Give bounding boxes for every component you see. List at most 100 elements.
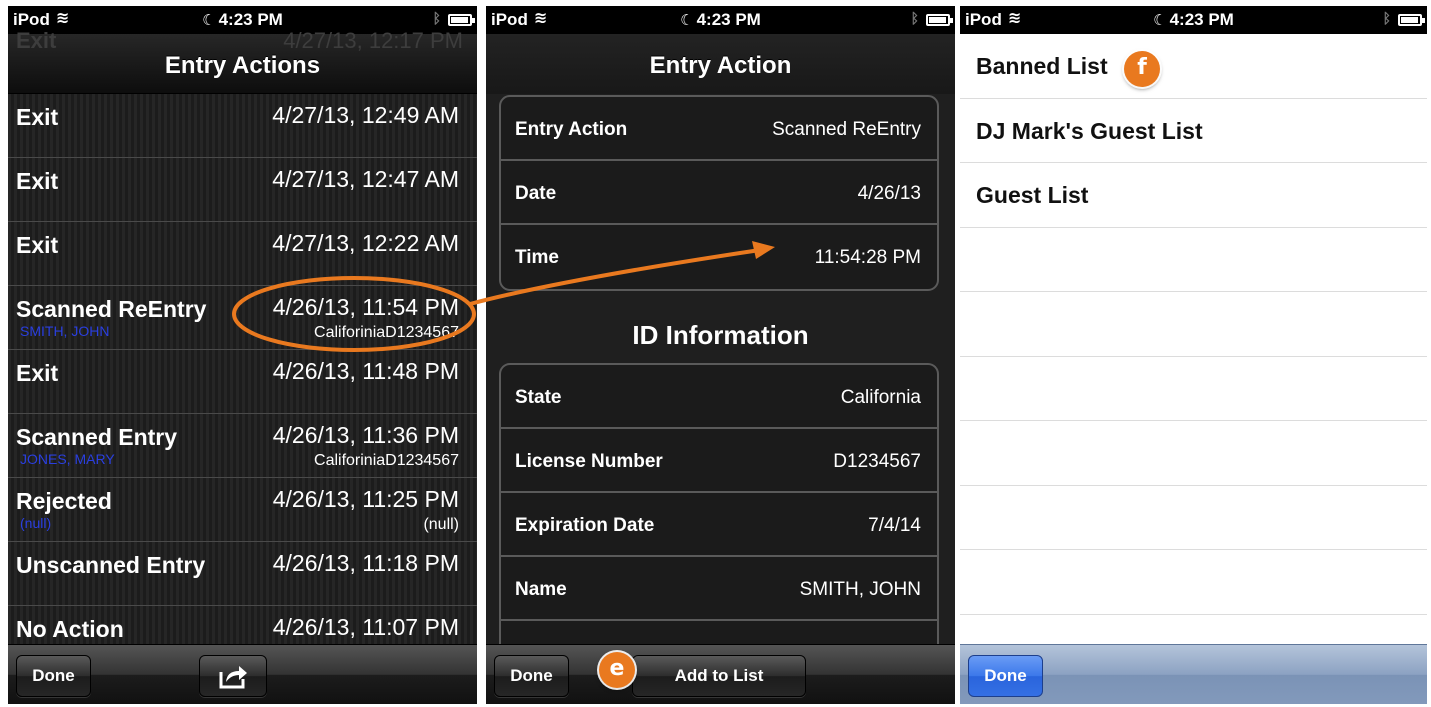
detail-value: SMITH, JOHN: [799, 579, 921, 600]
list-item[interactable]: Rejected 4/26/13, 11:25 PM (null) (null): [8, 478, 477, 542]
bluetooth-icon: ᛒ: [1382, 10, 1391, 26]
page-title: Entry Action: [649, 52, 792, 79]
detail-label: Entry Action: [515, 119, 628, 140]
entry-action-date: 4/26/13, 11:48 PM: [272, 358, 459, 384]
list-item[interactable]: Banned List: [960, 34, 1427, 99]
share-icon: [219, 666, 247, 689]
entry-action-date: 4/27/13, 12:47 AM: [272, 166, 459, 192]
moon-icon: ☾: [1153, 12, 1167, 29]
list-item[interactable]: Scanned ReEntry 4/26/13, 11:54 PM SMITH, J…: [8, 286, 477, 350]
list-name: Guest List: [976, 182, 1089, 208]
detail-row: Expiration Date 7/4/14: [501, 493, 937, 557]
detail-label: State: [515, 387, 562, 408]
navigation-bar: Entry Action: [486, 34, 955, 94]
id-detail: CaliforiniaD1234567: [314, 324, 459, 341]
share-button[interactable]: [199, 655, 267, 697]
moon-icon: ☾: [680, 12, 694, 29]
list-item[interactable]: No Action 4/26/13, 11:07 PM: [8, 606, 477, 644]
detail-row: License Number D1234567: [501, 429, 937, 493]
list-item[interactable]: Exit 4/26/13, 11:48 PM: [8, 350, 477, 414]
list-item[interactable]: Exit 4/27/13, 12:49 AM: [8, 94, 477, 158]
scrolled-row-ghost: Exit 4/27/13, 12:17 PM: [16, 28, 463, 53]
page-title: Entry Actions: [164, 52, 321, 79]
battery-icon: [448, 14, 475, 26]
clock-label: 4:23 PM: [696, 10, 761, 29]
detail-value: D1234567: [833, 451, 921, 472]
entry-action-detail-screen: iPod ≋ ☾ 4:23 PM ᛒ Entry Action Entry Act…: [486, 6, 955, 704]
add-to-list-button[interactable]: Add to List: [632, 655, 806, 697]
detail-label: Expiration Date: [515, 515, 655, 536]
empty-row: [960, 421, 1427, 486]
entry-action-title: Unscanned Entry: [16, 552, 206, 578]
detail-row: Entry Action Scanned ReEntry: [501, 97, 937, 161]
list-item[interactable]: Exit 4/27/13, 12:47 AM: [8, 158, 477, 222]
entry-action-date: 4/26/13, 11:25 PM: [272, 486, 459, 512]
entry-action-title: Exit: [16, 360, 59, 386]
bluetooth-icon: ᛒ: [910, 10, 919, 26]
list-name: Banned List: [976, 53, 1108, 79]
bottom-toolbar: Done: [960, 644, 1427, 704]
entry-action-title: Exit: [16, 168, 59, 194]
detail-row: Time 11:54:28 PM: [501, 225, 937, 289]
guest-lists[interactable]: Banned List DJ Mark's Guest List Guest Lis…: [960, 34, 1427, 644]
entry-action-title: Exit: [16, 104, 59, 130]
id-information-group: State California License Number D1234567 Exp…: [499, 363, 939, 648]
entry-actions-screen: iPod ≋ ☾ 4:23 PM ᛒ Exit 4/27/13, 12:17 PM…: [8, 6, 477, 704]
detail-label: License Number: [515, 451, 663, 472]
detail-row: Date 4/26/13: [501, 161, 937, 225]
guest-name: (null): [20, 515, 52, 531]
empty-row: [960, 486, 1427, 550]
entry-action-date: 4/26/13, 11:54 PM: [272, 294, 459, 320]
list-item[interactable]: Scanned Entry 4/26/13, 11:36 PM JONES, MAR…: [8, 414, 477, 478]
guest-name: JONES, MARY: [20, 451, 115, 467]
done-button[interactable]: Done: [494, 655, 569, 697]
entry-action-title: Rejected: [16, 488, 112, 514]
detail-label: Time: [515, 247, 560, 268]
battery-icon: [926, 14, 953, 26]
detail-label: Name: [515, 579, 567, 600]
status-bar: iPod ≋ ☾ 4:23 PM ᛒ: [486, 6, 955, 34]
detail-row: State California: [501, 365, 937, 429]
entry-action-date: 4/26/13, 11:36 PM: [272, 422, 459, 448]
detail-value: California: [840, 387, 921, 408]
annotation-e-badge: e: [599, 652, 635, 688]
battery-icon: [1398, 14, 1425, 26]
clock-label: 4:23 PM: [1169, 10, 1234, 29]
entry-action-date: 4/26/13, 11:18 PM: [272, 550, 459, 576]
bluetooth-icon: ᛒ: [432, 10, 441, 26]
detail-value: 7/4/14: [868, 515, 921, 536]
done-button[interactable]: Done: [16, 655, 91, 697]
bottom-toolbar: Done Add to List: [486, 644, 955, 704]
detail-value: 11:54:28 PM: [814, 247, 921, 268]
entry-action-title: No Action: [16, 616, 124, 642]
bottom-toolbar: Done: [8, 644, 477, 704]
detail-value: Scanned ReEntry: [772, 119, 921, 140]
empty-row: [960, 615, 1427, 645]
entry-action-date: 4/26/13, 11:07 PM: [272, 614, 459, 640]
list-name: DJ Mark's Guest List: [976, 117, 1203, 144]
entry-actions-list[interactable]: Exit 4/27/13, 12:49 AM Exit 4/27/13, 12:47 …: [8, 94, 477, 644]
empty-row: [960, 357, 1427, 421]
list-item[interactable]: Guest List: [960, 163, 1427, 228]
empty-row: [960, 228, 1427, 292]
status-bar: iPod ≋ ☾ 4:23 PM ᛒ: [960, 6, 1427, 34]
empty-row: [960, 550, 1427, 615]
navigation-bar: Exit 4/27/13, 12:17 PM Entry Actions: [8, 28, 477, 94]
detail-row: Name SMITH, JOHN: [501, 557, 937, 621]
id-detail: (null): [423, 516, 459, 533]
list-item[interactable]: Unscanned Entry 4/26/13, 11:18 PM: [8, 542, 477, 606]
annotation-f-badge: f: [1124, 51, 1160, 87]
id-information-header: ID Information: [632, 320, 809, 350]
list-item[interactable]: DJ Mark's Guest List: [960, 99, 1427, 163]
detail-value: 4/26/13: [857, 183, 921, 204]
clock-label: 4:23 PM: [218, 10, 283, 29]
entry-action-title: Scanned Entry: [16, 424, 178, 450]
entry-action-title: Exit: [16, 232, 59, 258]
entry-action-title: Scanned ReEntry: [16, 296, 207, 322]
list-item[interactable]: Exit 4/27/13, 12:22 AM: [8, 222, 477, 286]
empty-row: [960, 292, 1427, 357]
detail-label: Date: [515, 183, 557, 204]
id-detail: CaliforiniaD1234567: [314, 452, 459, 469]
done-button[interactable]: Done: [968, 655, 1043, 697]
entry-action-date: 4/27/13, 12:22 AM: [272, 230, 459, 256]
